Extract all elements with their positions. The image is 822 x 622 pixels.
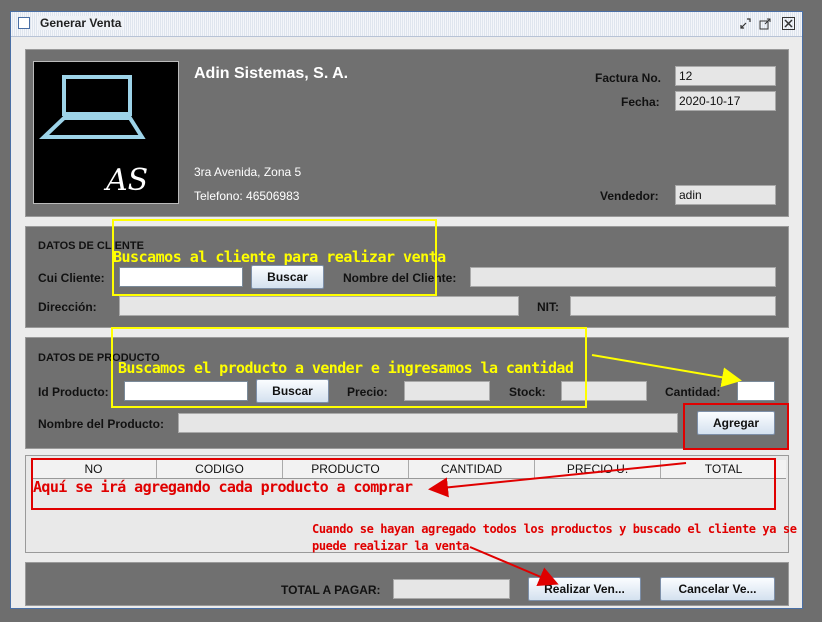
realizar-arrow xyxy=(469,546,559,586)
cantidad-arrow xyxy=(591,354,742,388)
tabla-arrow xyxy=(428,462,687,498)
annotation-arrows xyxy=(428,354,742,586)
